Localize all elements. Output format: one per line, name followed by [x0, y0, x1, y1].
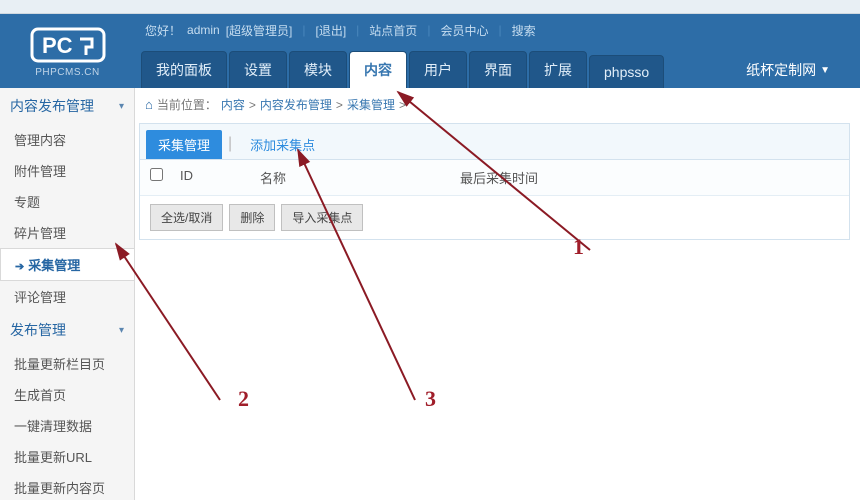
col-name: 名称	[260, 168, 460, 187]
site-home-link[interactable]: 站点首页	[369, 22, 417, 39]
breadcrumb-label: 当前位置：	[157, 96, 217, 113]
sidebar-item-gen-home[interactable]: 生成首页	[0, 379, 134, 410]
select-all-button[interactable]: 全选/取消	[150, 204, 223, 231]
nav-tab-user[interactable]: 用户	[409, 51, 467, 88]
breadcrumb: ⌂ 当前位置： 内容 > 内容发布管理 > 采集管理 >	[139, 92, 860, 117]
username[interactable]: admin	[187, 23, 220, 37]
nav-tab-content[interactable]: 内容	[349, 51, 407, 88]
nav-tab-mypanel[interactable]: 我的面板	[141, 51, 227, 88]
nav-tab-phpsso[interactable]: phpsso	[589, 55, 664, 88]
select-all-checkbox[interactable]	[150, 168, 163, 181]
panel-tabs: 采集管理 | 添加采集点	[140, 124, 849, 160]
tab-separator: |	[226, 130, 234, 159]
logo-icon: PC	[28, 25, 108, 65]
sidebar-group-content-publish[interactable]: 内容发布管理 ▾	[0, 88, 134, 124]
main-panel: 采集管理 | 添加采集点 ID 名称 最后采集时间 全选/取消 删除 导入采集点	[139, 123, 850, 240]
panel-tab-collect-manage[interactable]: 采集管理	[146, 130, 222, 159]
table-header: ID 名称 最后采集时间	[140, 160, 849, 196]
table-actions: 全选/取消 删除 导入采集点	[140, 196, 849, 239]
site-selector-label: 纸杯定制网	[746, 60, 816, 80]
breadcrumb-part[interactable]: 采集管理	[347, 96, 395, 113]
sidebar-item-topic[interactable]: 专题	[0, 186, 134, 217]
chevron-down-icon: ▾	[119, 325, 124, 336]
user-bar: 您好！ admin [超级管理员] | [退出] | 站点首页 | 会员中心 |…	[135, 14, 860, 46]
breadcrumb-part[interactable]: 内容	[221, 96, 245, 113]
svg-text:PC: PC	[42, 33, 73, 58]
sidebar-item-collect[interactable]: 采集管理	[0, 248, 135, 281]
sidebar-item-manage-content[interactable]: 管理内容	[0, 124, 134, 155]
col-time: 最后采集时间	[460, 168, 839, 187]
delete-button[interactable]: 删除	[229, 204, 275, 231]
nav-tab-ui[interactable]: 界面	[469, 51, 527, 88]
search-link[interactable]: 搜索	[512, 22, 536, 39]
sidebar-group-label: 内容发布管理	[10, 96, 94, 116]
member-center-link[interactable]: 会员中心	[440, 22, 488, 39]
nav-tab-settings[interactable]: 设置	[229, 51, 287, 88]
chevron-down-icon: ▾	[119, 101, 124, 112]
content-area: ⌂ 当前位置： 内容 > 内容发布管理 > 采集管理 > 采集管理 | 添加采集…	[135, 88, 860, 500]
browser-chrome	[0, 0, 860, 14]
nav-tab-ext[interactable]: 扩展	[529, 51, 587, 88]
header: PC PHPCMS.CN 您好！ admin [超级管理员] | [退出] | …	[0, 14, 860, 88]
sidebar-group-label: 发布管理	[10, 320, 66, 340]
sidebar-item-batch-url[interactable]: 批量更新URL	[0, 441, 134, 472]
nav-tab-module[interactable]: 模块	[289, 51, 347, 88]
home-icon[interactable]: ⌂	[145, 97, 153, 112]
sidebar-item-batch-content[interactable]: 批量更新内容页	[0, 472, 134, 500]
sidebar-item-fragment[interactable]: 碎片管理	[0, 217, 134, 248]
logo-text: PHPCMS.CN	[35, 67, 100, 78]
panel-tab-add-collect[interactable]: 添加采集点	[238, 130, 327, 159]
greeting: 您好！	[145, 22, 181, 39]
sidebar: 内容发布管理 ▾ 管理内容 附件管理 专题 碎片管理 采集管理 评论管理 发布管…	[0, 88, 135, 500]
logout-link[interactable]: [退出]	[316, 22, 347, 39]
site-selector[interactable]: 纸杯定制网 ▼	[736, 52, 840, 88]
breadcrumb-part[interactable]: 内容发布管理	[260, 96, 332, 113]
nav-tabs: 我的面板 设置 模块 内容 用户 界面 扩展 phpsso 纸杯定制网 ▼	[135, 46, 860, 88]
sidebar-item-attachment[interactable]: 附件管理	[0, 155, 134, 186]
import-button[interactable]: 导入采集点	[281, 204, 363, 231]
col-id: ID	[180, 168, 260, 187]
sidebar-item-comment[interactable]: 评论管理	[0, 281, 134, 312]
user-role[interactable]: [超级管理员]	[226, 22, 293, 39]
logo[interactable]: PC PHPCMS.CN	[0, 14, 135, 88]
sidebar-item-clear-data[interactable]: 一键清理数据	[0, 410, 134, 441]
chevron-down-icon: ▼	[820, 65, 830, 76]
sidebar-group-publish[interactable]: 发布管理 ▾	[0, 312, 134, 348]
sidebar-item-batch-column[interactable]: 批量更新栏目页	[0, 348, 134, 379]
